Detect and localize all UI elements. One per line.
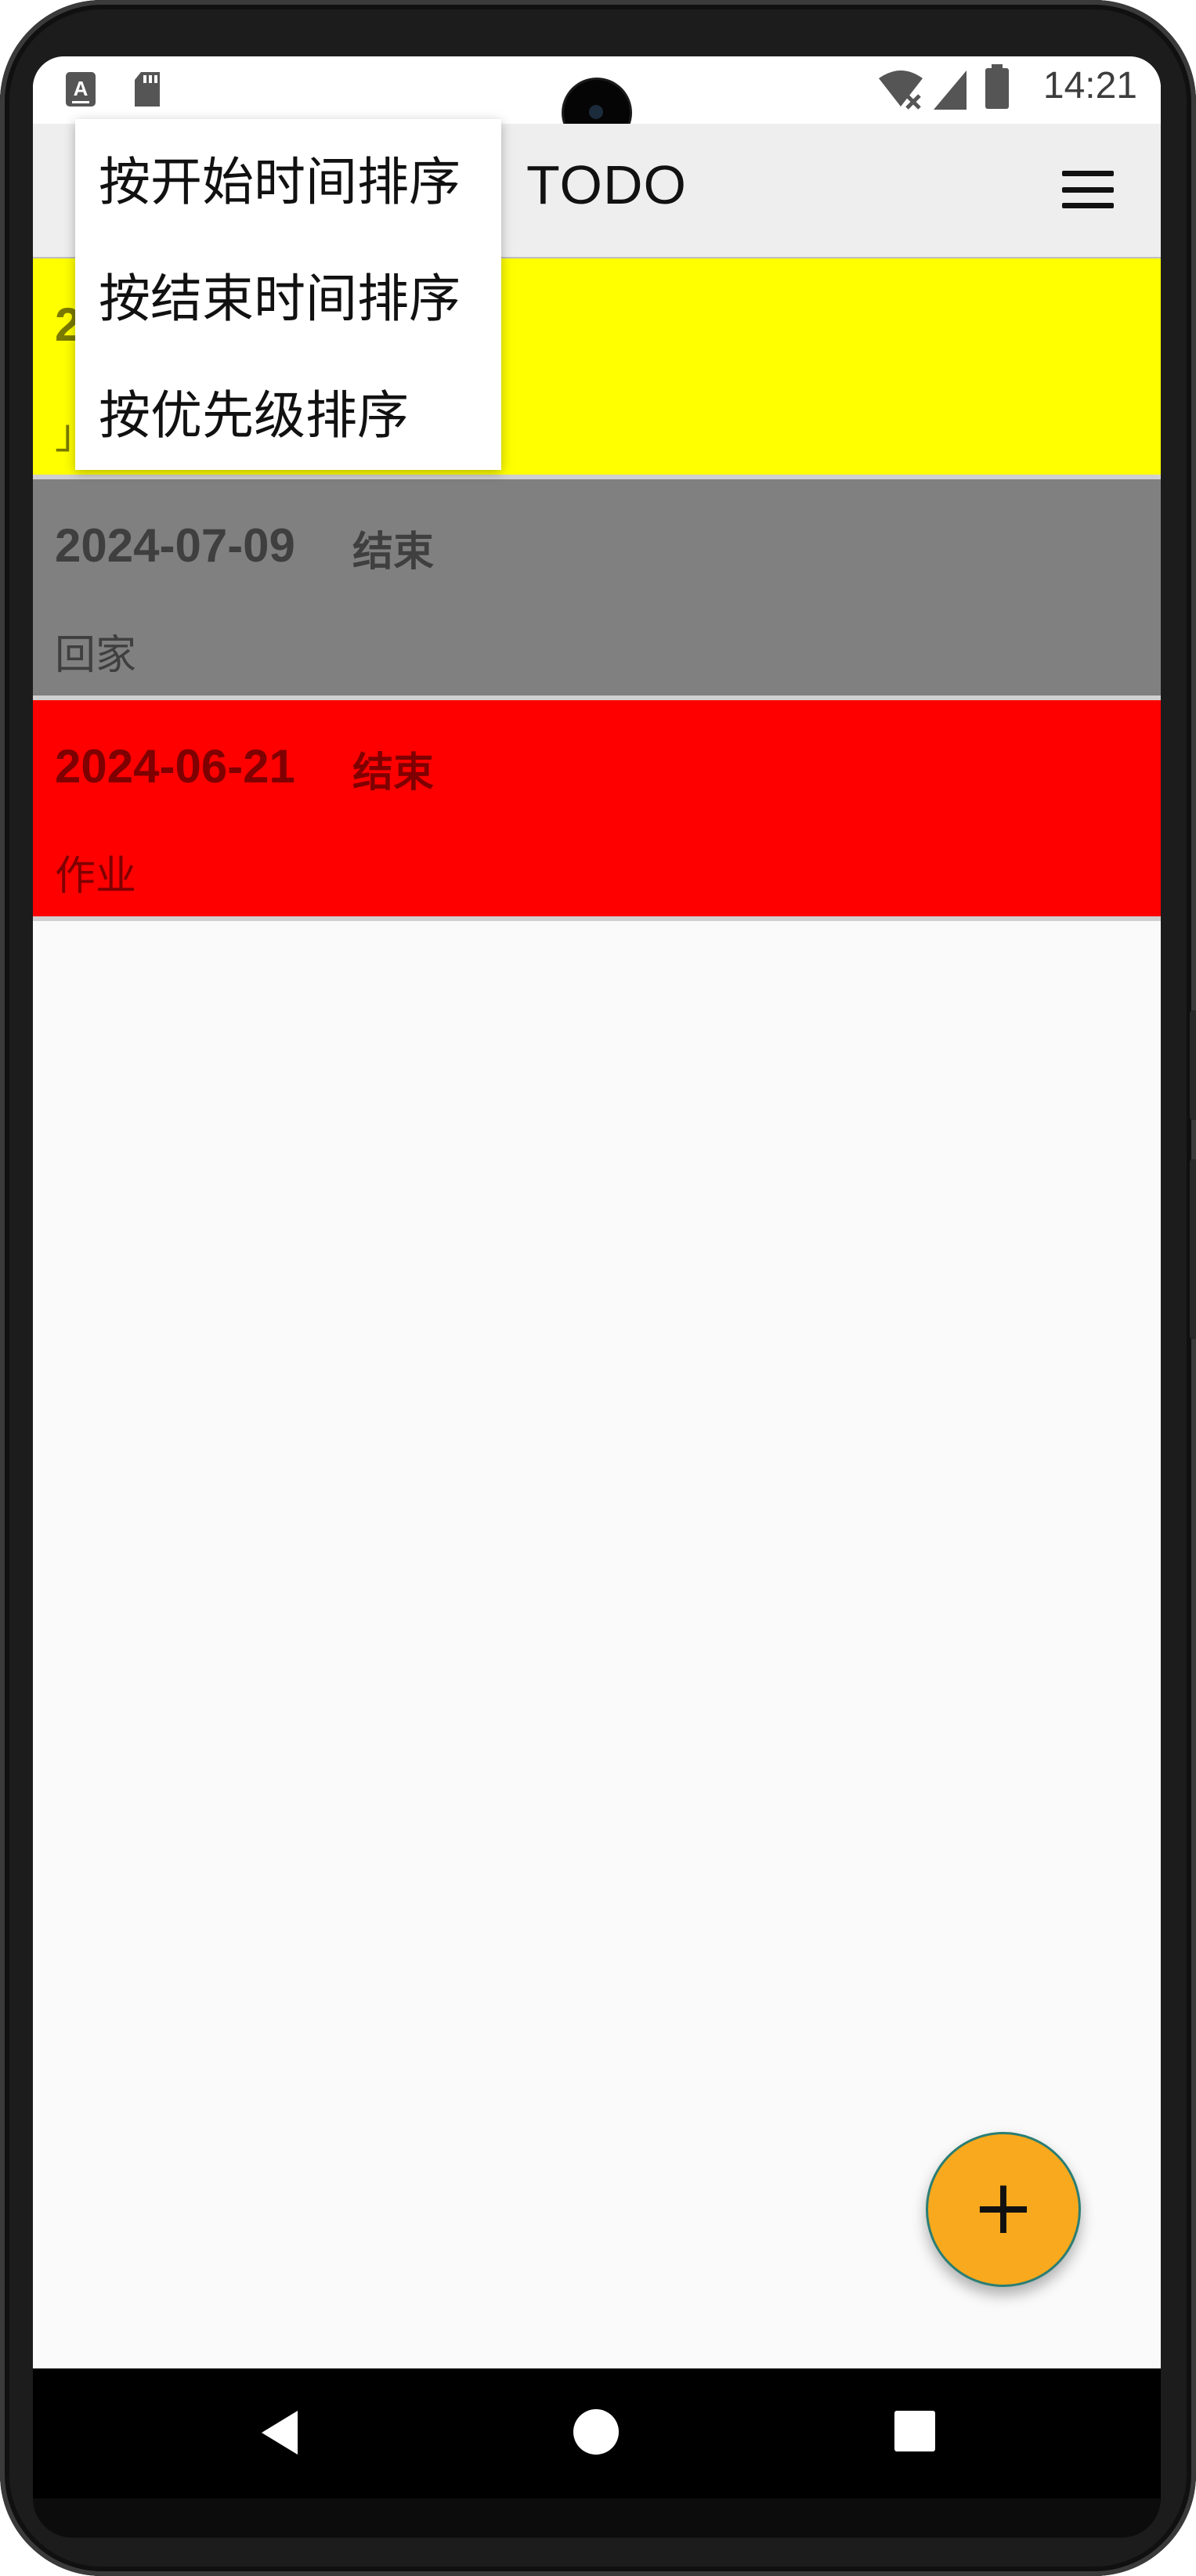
todo-date: 2024-06-21 bbox=[55, 740, 295, 793]
sort-dropdown-menu: 按开始时间排序 按结束时间排序 按优先级排序 bbox=[75, 119, 501, 470]
keyboard-a-icon: A bbox=[66, 72, 96, 107]
navigation-bar bbox=[33, 2368, 1161, 2498]
phone-volume-button bbox=[1190, 1159, 1196, 1339]
recents-icon[interactable] bbox=[893, 2409, 937, 2453]
status-bar: A 14:21 bbox=[33, 56, 1161, 146]
todo-item[interactable]: 2024-06-21 结束 作业 bbox=[33, 700, 1161, 921]
back-icon[interactable] bbox=[257, 2408, 304, 2458]
signal-icon bbox=[934, 70, 967, 110]
todo-name: 回家 bbox=[55, 632, 137, 679]
home-icon[interactable] bbox=[572, 2408, 620, 2456]
wifi-off-icon bbox=[879, 70, 923, 110]
todo-item[interactable]: 2024-07-09 结束 回家 bbox=[33, 479, 1161, 700]
add-todo-button[interactable]: + bbox=[926, 2132, 1081, 2287]
sd-card-icon bbox=[135, 72, 160, 107]
sort-by-end-time[interactable]: 按结束时间排序 bbox=[75, 236, 501, 352]
todo-status: 结束 bbox=[352, 750, 435, 797]
plus-icon: + bbox=[971, 2163, 1035, 2251]
hamburger-menu-icon[interactable] bbox=[1062, 171, 1114, 208]
status-time: 14:21 bbox=[1042, 65, 1137, 107]
phone-side-button bbox=[1190, 1010, 1196, 1120]
sort-by-priority[interactable]: 按优先级排序 bbox=[75, 352, 501, 469]
todo-status: 结束 bbox=[352, 529, 435, 576]
battery-icon bbox=[985, 64, 1009, 109]
app-title: TODO bbox=[526, 154, 687, 215]
phone-chin bbox=[33, 2498, 1161, 2538]
svg-text:A: A bbox=[74, 77, 89, 100]
screen: A 14:21 TODO 2 2024-07-09 结束 回家 2024-06-… bbox=[33, 56, 1161, 2498]
todo-date: 2024-07-09 bbox=[55, 519, 295, 572]
sort-by-start-time[interactable]: 按开始时间排序 bbox=[75, 119, 501, 236]
todo-name: 作业 bbox=[55, 853, 137, 900]
